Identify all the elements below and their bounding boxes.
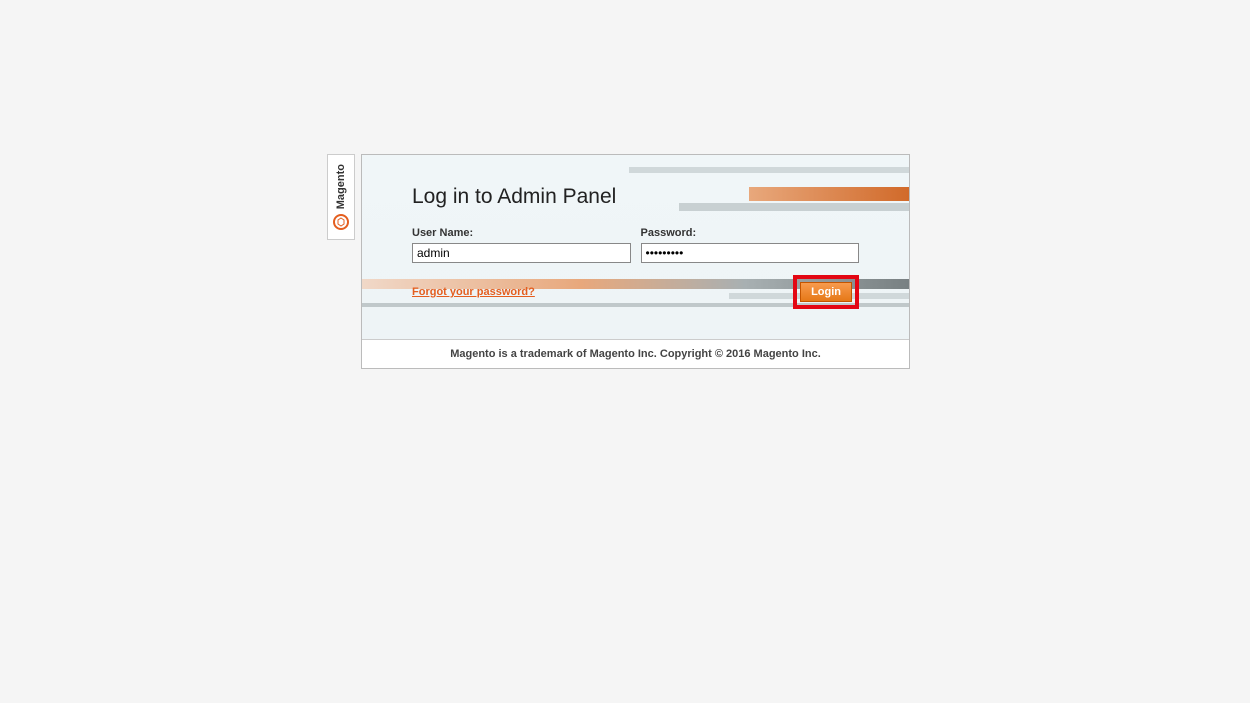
login-panel: Log in to Admin Panel User Name: Passwor… [361, 154, 910, 369]
magento-brand-text: Magento [335, 164, 347, 209]
magento-icon [333, 214, 349, 230]
username-input[interactable] [412, 243, 631, 263]
password-input[interactable] [641, 243, 860, 263]
login-container: Magento Log in to Admin Panel User Name: [327, 154, 910, 369]
login-body: Log in to Admin Panel User Name: Passwor… [362, 155, 909, 339]
form-row: User Name: Password: [412, 227, 859, 263]
page-title: Log in to Admin Panel [412, 185, 859, 209]
login-button[interactable]: Login [800, 282, 852, 302]
forgot-password-link[interactable]: Forgot your password? [412, 286, 535, 298]
login-button-highlight: Login [793, 275, 859, 309]
magento-brand-tab: Magento [327, 154, 355, 240]
actions-row: Forgot your password? Login [412, 275, 859, 309]
username-label: User Name: [412, 227, 631, 239]
password-field-wrapper: Password: [641, 227, 860, 263]
username-field-wrapper: User Name: [412, 227, 631, 263]
password-label: Password: [641, 227, 860, 239]
footer-text: Magento is a trademark of Magento Inc. C… [362, 339, 909, 368]
